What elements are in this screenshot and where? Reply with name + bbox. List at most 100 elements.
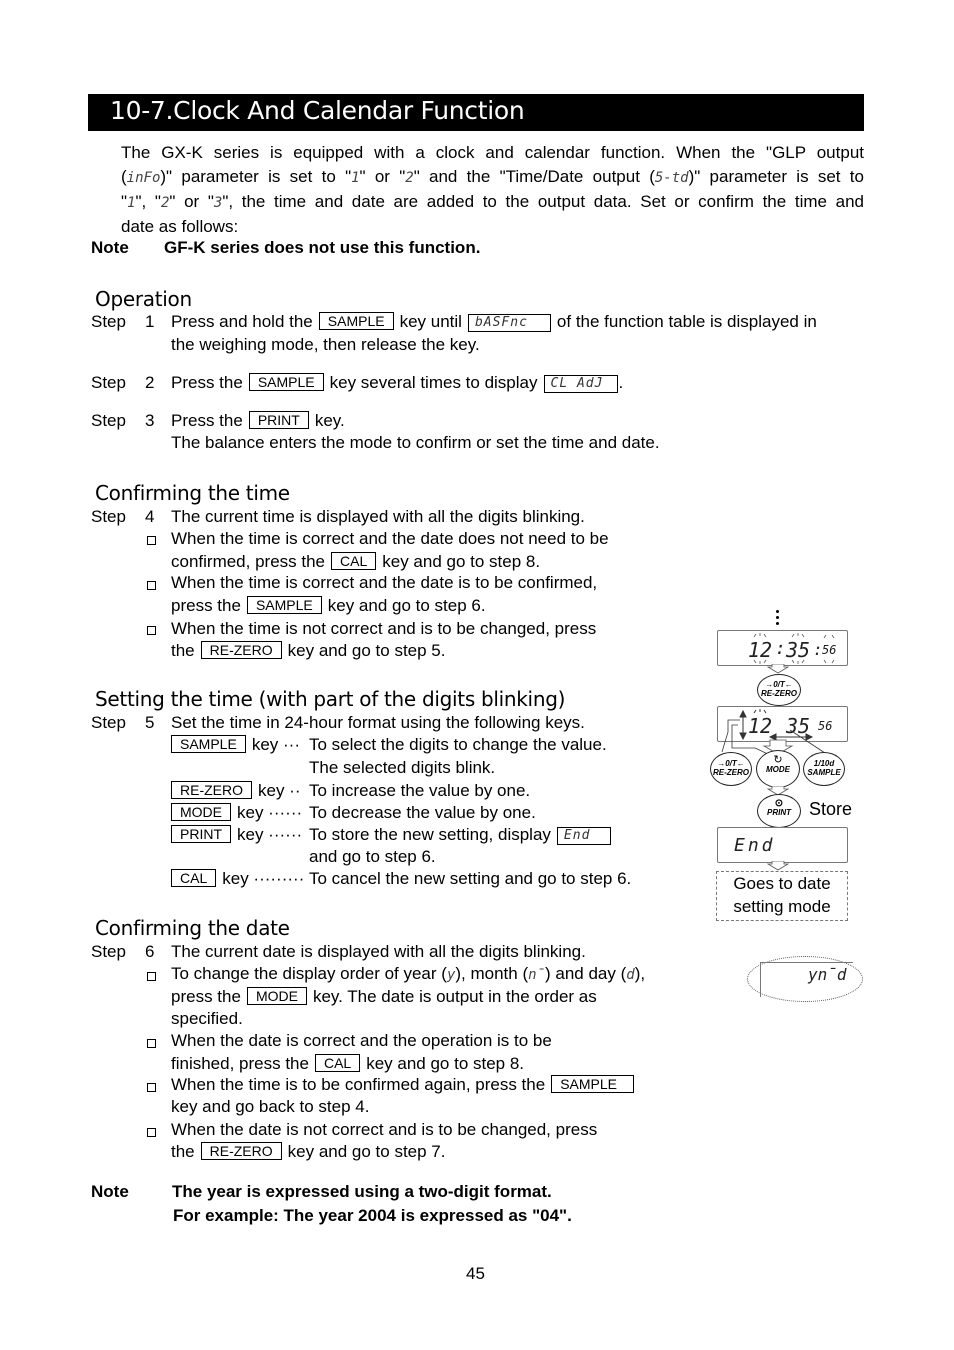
text: the bbox=[171, 1142, 195, 1161]
bullet-text: specified. bbox=[171, 1009, 243, 1028]
text: key and go to step 8. bbox=[382, 552, 541, 571]
text: key and go to step 5. bbox=[287, 641, 446, 660]
step-number: 1 bbox=[145, 312, 155, 331]
print-button: ⊙ PRINT bbox=[757, 794, 801, 828]
step1-text: Press and hold the SAMPLE key until bASFnc o… bbox=[171, 312, 817, 332]
bullet-text: key and go back to step 4. bbox=[171, 1097, 370, 1116]
text: key and go to step 7. bbox=[287, 1142, 446, 1161]
intro-line: date as follows: bbox=[121, 217, 239, 236]
step2-text: Press the SAMPLE key several times to disp… bbox=[171, 373, 623, 393]
text: ) and day ( bbox=[544, 964, 627, 983]
rezero-button: →0/T← RE-ZERO bbox=[757, 674, 801, 706]
bullet-text: finished, press the CAL key and go to step… bbox=[171, 1054, 524, 1074]
seg-value: 1 bbox=[351, 170, 360, 186]
key-desc: To decrease the value by one. bbox=[309, 803, 536, 822]
down-arrow-icon bbox=[767, 861, 789, 871]
key-desc: To cancel the new setting and go to step… bbox=[309, 869, 632, 888]
text: key until bbox=[399, 312, 462, 331]
intro-text: ", " bbox=[135, 192, 161, 211]
key-desc: and go to step 6. bbox=[309, 847, 436, 866]
bullet-text: When the time is to be confirmed again, … bbox=[171, 1075, 640, 1095]
bullet-icon bbox=[147, 581, 156, 590]
text: key. The date is output in the order as bbox=[312, 987, 597, 1006]
lcd-end: End bbox=[556, 827, 612, 845]
step-number: 5 bbox=[145, 713, 155, 732]
step-label: Step bbox=[91, 942, 126, 961]
rezero-symbol: →0/T← bbox=[717, 759, 745, 768]
goes-to-line: Goes to date bbox=[733, 874, 831, 893]
rezero-symbol: →0/T← bbox=[765, 680, 793, 689]
section-title: 10-7.Clock And Calendar Function bbox=[110, 96, 525, 125]
intro-text: " and the "Time/Date output ( bbox=[413, 167, 655, 186]
intro-text: )" parameter is set to bbox=[688, 167, 864, 186]
sample-key: SAMPLE bbox=[171, 735, 246, 753]
page-number: 45 bbox=[466, 1264, 485, 1283]
lcd-cl-adj: CL AdJ bbox=[543, 375, 619, 393]
sample-key: SAMPLE bbox=[248, 373, 324, 391]
goes-to-date-box: Goes to date setting mode bbox=[716, 871, 848, 921]
text: ), month ( bbox=[455, 964, 529, 983]
bullet-icon bbox=[147, 1128, 156, 1137]
bullet-text: the RE-ZERO key and go to step 5. bbox=[171, 641, 445, 661]
step3-text: Press the PRINT key. bbox=[171, 411, 345, 431]
cycle-icon: ↻ bbox=[773, 754, 783, 766]
step-label: Step bbox=[91, 713, 126, 732]
note-label: Note bbox=[91, 1182, 129, 1201]
step-label: Step bbox=[91, 507, 126, 526]
bullet-icon bbox=[147, 1039, 156, 1048]
text: of the function table is displayed in bbox=[556, 312, 817, 331]
text: key and go to step 6. bbox=[327, 596, 486, 615]
info-code: inFo bbox=[126, 170, 161, 186]
text: press the bbox=[171, 596, 241, 615]
text: . bbox=[618, 373, 624, 392]
step1-text-cont: the weighing mode, then release the key. bbox=[171, 335, 480, 354]
print-key: PRINT bbox=[248, 411, 309, 429]
step-number: 2 bbox=[145, 373, 155, 392]
intro-text: )" parameter is set to " bbox=[160, 167, 352, 186]
text: Press the bbox=[171, 373, 243, 392]
section-title-bar: 10-7.Clock And Calendar Function bbox=[88, 94, 864, 131]
text: key. bbox=[314, 411, 345, 430]
key-desc: The selected digits blink. bbox=[309, 758, 496, 777]
print-key: PRINT bbox=[171, 825, 231, 843]
key-desc: To store the new setting, display End bbox=[309, 825, 617, 845]
cal-key: CAL bbox=[314, 1054, 361, 1072]
bullet-text: confirmed, press the CAL key and go to ste… bbox=[171, 552, 540, 572]
lcd-basfnc: bASFnc bbox=[467, 314, 551, 332]
bullet-text: When the time is correct and the date is… bbox=[171, 573, 598, 592]
text: To store the new setting, display bbox=[309, 825, 551, 844]
goes-to-line: setting mode bbox=[733, 897, 831, 916]
note-text: For example: The year 2004 is expressed … bbox=[173, 1206, 572, 1225]
key-row-cal: CAL key ········· bbox=[165, 869, 304, 889]
bullet-text: When the time is not correct and is to b… bbox=[171, 619, 597, 638]
note-text: GF-K series does not use this function. bbox=[164, 238, 481, 257]
sample-key: SAMPLE bbox=[246, 596, 322, 614]
key-row-rezero: RE-ZERO key ·· bbox=[165, 781, 301, 801]
heading-confirming-time: Confirming the time bbox=[95, 481, 290, 505]
bullet-text: When the date is not correct and is to b… bbox=[171, 1120, 598, 1139]
store-label: Store bbox=[809, 799, 853, 819]
rezero-key: RE-ZERO bbox=[200, 1142, 282, 1160]
rezero-label: RE-ZERO bbox=[761, 689, 797, 698]
text: press the bbox=[171, 987, 241, 1006]
note-text: The year is expressed using a two-digit … bbox=[172, 1182, 552, 1201]
intro-line: The GX-K series is equipped with a clock… bbox=[121, 143, 864, 162]
print-symbol-icon: ⊙ bbox=[774, 798, 784, 809]
intro-text: ", the time and date are added to the ou… bbox=[222, 192, 864, 211]
down-arrow-icon bbox=[767, 664, 789, 674]
sample-label: SAMPLE bbox=[807, 768, 841, 777]
intro-text: " or " bbox=[359, 167, 406, 186]
bullet-text: press the MODE key. The date is output in … bbox=[171, 987, 597, 1007]
note-label: Note bbox=[91, 238, 129, 257]
key-leader: key ······ bbox=[237, 825, 303, 844]
key-row-print: PRINT key ······ bbox=[165, 825, 302, 845]
intro-text: " or " bbox=[169, 192, 214, 211]
std-code: 5-td bbox=[654, 170, 689, 186]
rezero-key: RE-ZERO bbox=[200, 641, 282, 659]
mode-button: ↻ MODE bbox=[756, 750, 800, 788]
text: When the time is to be confirmed again, … bbox=[171, 1075, 546, 1094]
mode-label: MODE bbox=[766, 765, 790, 774]
key-leader: key ·· bbox=[258, 781, 301, 800]
text: Press the bbox=[171, 411, 243, 430]
step-label: Step bbox=[91, 411, 126, 430]
